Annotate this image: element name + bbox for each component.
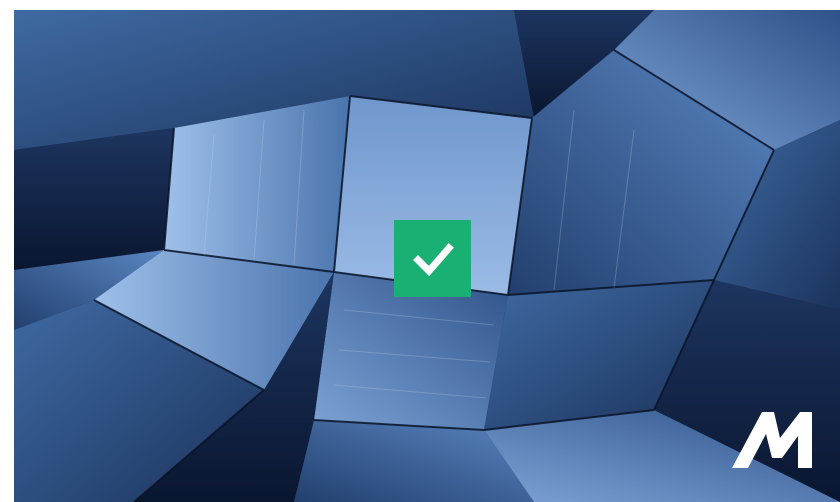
brand-logo [732,408,816,472]
checkmark-icon [412,242,454,276]
screen-frame [0,0,840,502]
m-logo-icon [732,412,812,468]
status-badge[interactable] [394,220,471,297]
glass-pane [14,128,174,270]
hero-image [14,10,840,502]
